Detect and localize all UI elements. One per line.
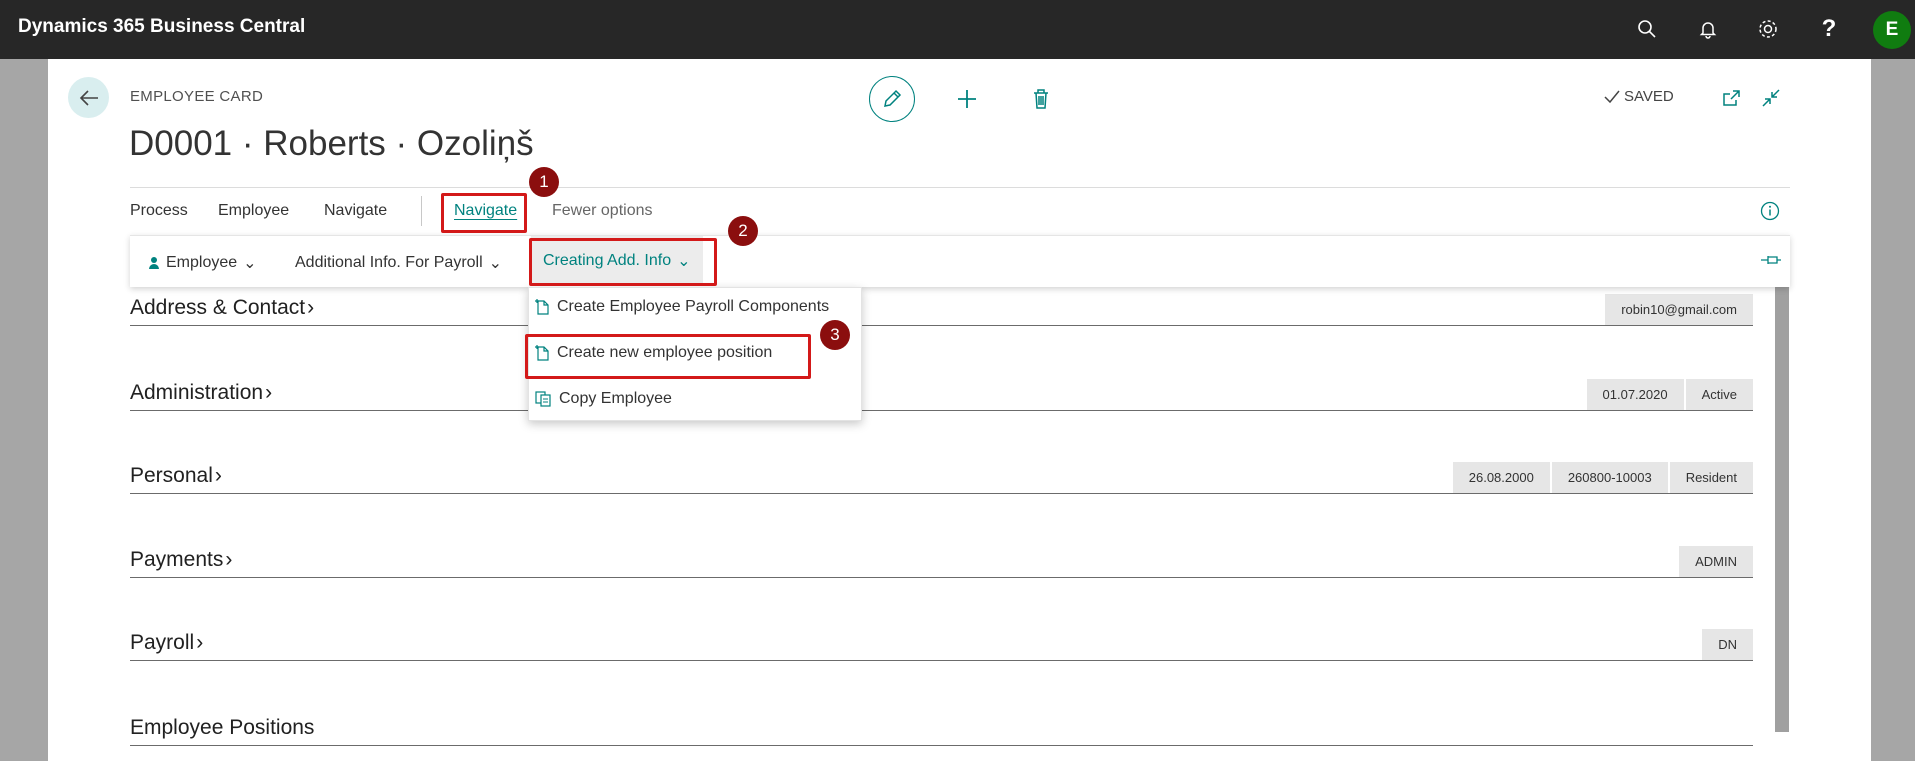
fasttab-payroll[interactable]: Payroll › DN [130, 629, 1753, 661]
menu-item-create-payroll-components[interactable]: Create Employee Payroll Components [529, 288, 861, 326]
employee-menu-label: Employee [166, 254, 238, 271]
new-document-icon [535, 299, 549, 315]
chevron-right-icon: › [196, 631, 204, 654]
check-icon [1604, 90, 1620, 103]
chevron-right-icon: › [307, 296, 315, 319]
creating-add-info-menu-button[interactable]: Creating Add. Info ⌄ [531, 236, 703, 286]
edit-button[interactable] [869, 76, 915, 122]
open-new-window-button[interactable] [1718, 84, 1746, 112]
fasttab-personal[interactable]: Personal › 26.08.2000 260800-10003 Reside… [130, 462, 1753, 494]
help-icon[interactable]: ? [1814, 14, 1844, 44]
menu-item-label: Copy Employee [559, 390, 672, 407]
new-document-icon [535, 345, 549, 361]
collapse-icon [1762, 89, 1780, 107]
chevron-down-icon: ⌄ [488, 255, 503, 272]
chevron-down-icon: ⌄ [243, 255, 257, 272]
summary-pill: Resident [1668, 462, 1753, 493]
page-title: D0001 · Roberts · Ozoliņš [129, 124, 534, 163]
app-title[interactable]: Dynamics 365 Business Central [18, 16, 305, 38]
summary-pill: Active [1684, 379, 1753, 410]
pencil-icon [884, 89, 902, 107]
menu-item-label: Create Employee Payroll Components [557, 298, 830, 315]
app-topbar: Dynamics 365 Business Central ? E [0, 0, 1915, 59]
summary-pill: 260800-10003 [1550, 462, 1668, 493]
creating-add-info-dropdown: Create Employee Payroll Components Creat… [528, 287, 862, 421]
menu-item-label: Create new employee position [557, 344, 773, 361]
new-button[interactable] [953, 85, 981, 113]
fasttab-title[interactable]: Payroll [130, 631, 194, 655]
tab-process[interactable]: Process [130, 202, 188, 220]
fasttab-employee-positions[interactable]: Employee Positions [130, 714, 1753, 746]
tab-separator [421, 196, 422, 226]
saved-label: SAVED [1624, 88, 1674, 105]
tab-navigate[interactable]: Navigate [324, 202, 387, 220]
fasttab-title[interactable]: Address & Contact [130, 296, 305, 320]
fasttab-administration[interactable]: Administration › 01.07.2020 Active [130, 379, 1753, 411]
user-avatar[interactable]: E [1873, 11, 1911, 49]
tab-fewer-options[interactable]: Fewer options [552, 202, 653, 220]
fasttab-title[interactable]: Personal [130, 464, 213, 488]
chevron-right-icon: › [225, 548, 233, 571]
info-icon[interactable] [1760, 201, 1780, 221]
creating-add-info-label: Creating Add. Info [543, 252, 672, 269]
step-marker-3: 3 [820, 320, 850, 350]
employee-menu-button[interactable]: Employee ⌄ [148, 253, 257, 273]
pin-icon[interactable] [1760, 252, 1782, 268]
summary-pill: robin10@gmail.com [1604, 294, 1753, 325]
payroll-info-menu-label: Additional Info. For Payroll [295, 254, 483, 271]
summary-pill: 01.07.2020 [1585, 379, 1684, 410]
step-marker-2: 2 [728, 216, 758, 246]
fasttab-title[interactable]: Payments [130, 548, 223, 572]
summary-pill: ADMIN [1678, 546, 1753, 577]
fasttab-address-contact[interactable]: Address & Contact › robin10@gmail.com [130, 294, 1753, 326]
payroll-info-menu-button[interactable]: Additional Info. For Payroll ⌄ [295, 253, 502, 273]
trash-icon [1034, 89, 1048, 109]
open-new-window-icon [1723, 90, 1740, 106]
copy-icon [535, 391, 551, 407]
step-marker-1: 1 [529, 167, 559, 197]
fasttab-payments[interactable]: Payments › ADMIN [130, 546, 1753, 578]
bell-icon[interactable] [1693, 14, 1723, 44]
title-divider [130, 187, 1790, 188]
summary-pill: DN [1701, 629, 1753, 660]
menu-item-create-new-employee-position[interactable]: Create new employee position [529, 334, 861, 372]
summary-pill: 26.08.2000 [1451, 462, 1550, 493]
chevron-down-icon: ⌄ [677, 253, 691, 270]
person-icon [149, 257, 159, 269]
scrollbar[interactable] [1775, 287, 1789, 732]
fasttab-title[interactable]: Administration [130, 381, 263, 405]
back-button[interactable] [68, 77, 109, 118]
search-icon[interactable] [1632, 14, 1662, 44]
chevron-right-icon: › [265, 381, 273, 404]
gear-icon[interactable] [1753, 14, 1783, 44]
collapse-button[interactable] [1757, 84, 1785, 112]
chevron-right-icon: › [214, 464, 222, 487]
delete-button[interactable] [1027, 85, 1055, 113]
plus-icon [958, 90, 976, 108]
tab-employee[interactable]: Employee [218, 202, 289, 220]
action-bar: Employee ⌄ Additional Info. For Payroll … [130, 235, 1790, 287]
page-caption: EMPLOYEE CARD [130, 88, 264, 105]
saved-status: SAVED [1604, 88, 1674, 105]
menu-item-copy-employee[interactable]: Copy Employee [529, 380, 861, 418]
tab-navigate-active[interactable]: Navigate [454, 202, 517, 220]
fasttab-title[interactable]: Employee Positions [130, 716, 314, 740]
